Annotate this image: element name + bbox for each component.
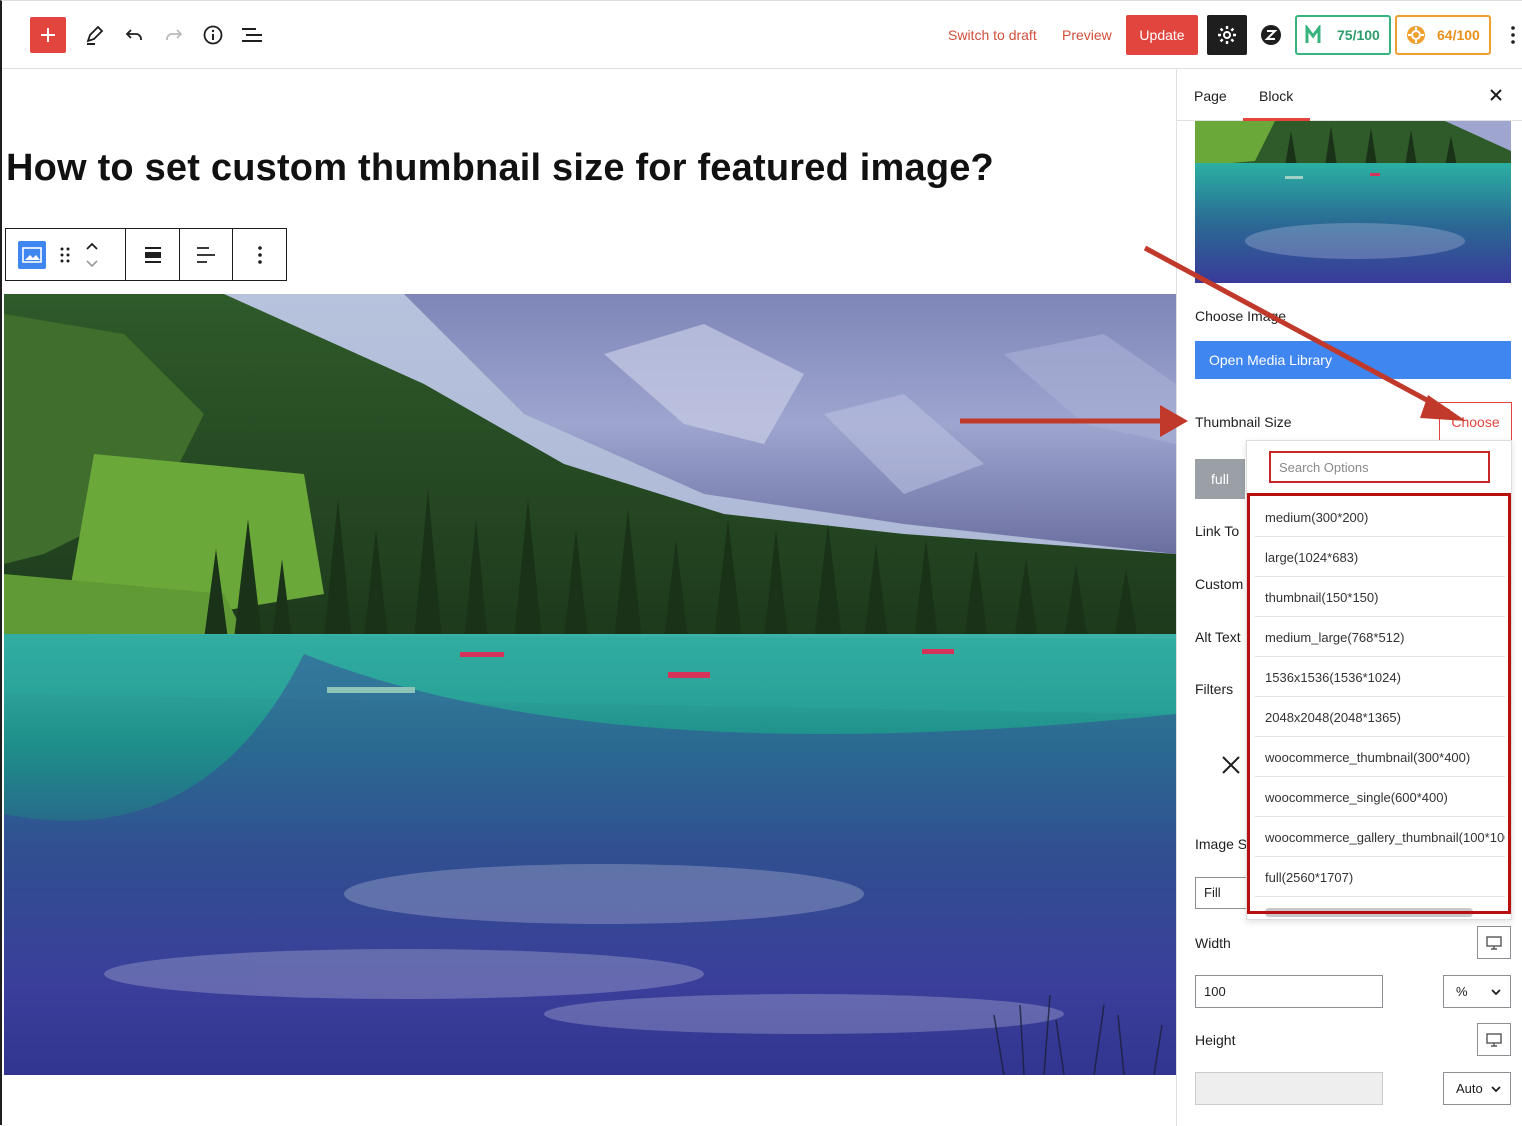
plugin-z-button[interactable] (1253, 17, 1289, 53)
chevron-down-icon (1491, 1086, 1501, 1093)
update-button[interactable]: Update (1126, 15, 1198, 55)
tab-page[interactable]: Page (1194, 88, 1227, 104)
tab-block[interactable]: Block (1259, 88, 1293, 104)
height-unit-select[interactable]: Auto (1443, 1072, 1511, 1105)
more-vertical-icon (1511, 26, 1515, 44)
post-title[interactable]: How to set custom thumbnail size for fea… (6, 147, 994, 190)
switch-to-draft-link[interactable]: Switch to draft (948, 27, 1037, 43)
thumbnail-size-label: Thumbnail Size (1195, 414, 1292, 430)
editor-frame: Switch to draft Preview Update 75/100 64… (0, 0, 1522, 1126)
horizontal-scrollbar[interactable] (1265, 908, 1473, 917)
sidebar-tabs: Page Block (1177, 69, 1522, 121)
option-item[interactable]: woocommerce_gallery_thumbnail(100*100) (1255, 817, 1505, 857)
options-button[interactable] (1502, 17, 1522, 53)
redo-icon (166, 29, 183, 40)
desktop-icon (1486, 935, 1502, 950)
option-item[interactable]: medium(300*200) (1255, 497, 1505, 537)
seo-score-badge[interactable]: 75/100 (1295, 15, 1391, 55)
block-toolbar (5, 228, 287, 281)
readability-score-badge[interactable]: 64/100 (1395, 15, 1491, 55)
align-icon (144, 246, 161, 263)
more-vertical-icon (257, 245, 262, 264)
plus-icon (41, 28, 55, 42)
add-block-button[interactable] (30, 17, 66, 53)
option-item[interactable]: large(1024*683) (1255, 537, 1505, 577)
close-icon (1490, 89, 1502, 101)
block-type-group (6, 229, 126, 280)
pen-icon (86, 25, 104, 45)
height-unit-value: Auto (1456, 1081, 1483, 1096)
z-logo-icon (1261, 25, 1281, 45)
width-unit-select[interactable]: % (1443, 975, 1511, 1008)
choose-thumbnail-size-button[interactable]: Choose (1439, 402, 1512, 442)
block-options-button[interactable] (233, 229, 286, 280)
desktop-icon (1486, 1032, 1502, 1047)
redo-button[interactable] (156, 17, 192, 53)
filters-label: Filters (1195, 681, 1234, 697)
rankmath-icon (1305, 25, 1321, 43)
info-icon (203, 25, 223, 45)
search-options-input[interactable]: Search Options (1269, 451, 1490, 483)
remove-button[interactable] (1221, 755, 1241, 780)
move-up-down-icon[interactable] (84, 241, 100, 269)
image-preview (1195, 121, 1511, 283)
chevron-down-icon (1491, 989, 1501, 996)
preview-link[interactable]: Preview (1062, 27, 1112, 43)
featured-image[interactable] (4, 294, 1176, 1075)
alt-text-label: Alt Text (1195, 629, 1241, 645)
details-button[interactable] (195, 17, 231, 53)
choose-image-label: Choose Image (1195, 308, 1287, 324)
width-input[interactable]: 100 (1195, 975, 1383, 1008)
custom-label: Custom (1195, 576, 1244, 592)
option-item[interactable]: full(2560*1707) (1255, 857, 1505, 897)
option-item[interactable]: woocommerce_thumbnail(300*400) (1255, 737, 1505, 777)
list-view-button[interactable] (234, 17, 270, 53)
width-device-button[interactable] (1477, 926, 1511, 959)
option-item[interactable]: thumbnail(150*150) (1255, 577, 1505, 617)
open-media-library-button[interactable]: Open Media Library (1195, 341, 1511, 379)
image-size-label: Image S (1195, 836, 1248, 852)
text-align-button[interactable] (180, 229, 233, 280)
width-label: Width (1195, 935, 1231, 951)
width-unit-value: % (1456, 984, 1468, 999)
thumbnail-size-dropdown: Search Options medium(300*200) large(102… (1246, 440, 1512, 920)
height-input[interactable] (1195, 1072, 1383, 1105)
seo-score-value: 75/100 (1337, 27, 1380, 43)
link-to-label: Link To (1195, 523, 1240, 539)
text-align-icon (197, 246, 215, 263)
seo-sun-icon (1407, 26, 1425, 44)
height-device-button[interactable] (1477, 1023, 1511, 1056)
size-options-list: medium(300*200) large(1024*683) thumbnai… (1255, 497, 1511, 897)
readability-score-value: 64/100 (1437, 27, 1480, 43)
undo-button[interactable] (116, 17, 152, 53)
top-toolbar: Switch to draft Preview Update 75/100 64… (2, 1, 1522, 69)
image-block-button[interactable] (18, 240, 46, 269)
close-icon (1222, 756, 1240, 774)
drag-handle-icon[interactable] (60, 247, 70, 263)
lake-preview-image (1195, 121, 1511, 283)
height-label: Height (1195, 1032, 1236, 1048)
current-size-chip[interactable]: full (1195, 459, 1245, 499)
option-item[interactable]: 2048x2048(2048*1365) (1255, 697, 1505, 737)
image-block-icon (22, 246, 42, 263)
settings-button[interactable] (1207, 15, 1247, 55)
lake-landscape-image (4, 294, 1176, 1075)
tools-button[interactable] (76, 17, 112, 53)
close-sidebar-button[interactable] (1489, 85, 1503, 108)
undo-icon (125, 29, 142, 40)
option-item[interactable]: woocommerce_single(600*400) (1255, 777, 1505, 817)
gear-icon (1218, 26, 1236, 44)
list-view-icon (242, 28, 262, 42)
align-button[interactable] (126, 229, 180, 280)
option-item[interactable]: 1536x1536(1536*1024) (1255, 657, 1505, 697)
option-item[interactable]: medium_large(768*512) (1255, 617, 1505, 657)
